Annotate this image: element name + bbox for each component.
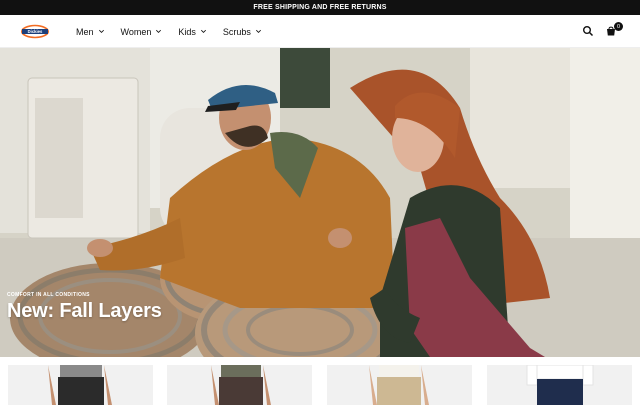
nav-item-kids[interactable]: Kids — [178, 27, 207, 37]
hero-banner[interactable]: COMFORT IN ALL CONDITIONS New: Fall Laye… — [0, 48, 640, 357]
announcement-bar: FREE SHIPPING AND FREE RETURNS — [0, 0, 640, 15]
product-card-3[interactable] — [327, 365, 472, 405]
chevron-down-icon — [255, 29, 261, 33]
product-grid — [0, 357, 640, 405]
hero-title[interactable]: New: Fall Layers — [7, 300, 162, 323]
product-image — [487, 365, 632, 405]
nav-item-women[interactable]: Women — [121, 27, 163, 37]
nav-label: Scrubs — [222, 26, 251, 37]
announcement-text: FREE SHIPPING AND FREE RETURNS — [253, 4, 387, 11]
product-card-4[interactable] — [487, 365, 632, 405]
product-card-2[interactable] — [167, 365, 312, 405]
product-shirt — [60, 365, 102, 377]
site-header: Dickies Men Women Kids Scrubs 0 — [0, 15, 640, 48]
main-nav: Men Women Kids Scrubs — [76, 15, 278, 48]
logo-text: Dickies — [28, 29, 43, 34]
product-image — [167, 365, 312, 405]
product-image — [327, 365, 472, 405]
dickies-logo[interactable]: Dickies — [20, 24, 50, 39]
product-pants — [58, 377, 104, 405]
cart-count-badge: 0 — [614, 22, 623, 31]
nav-label: Women — [120, 26, 152, 37]
search-icon[interactable] — [582, 25, 594, 37]
nav-item-scrubs[interactable]: Scrubs — [223, 27, 262, 37]
hero-eyebrow: COMFORT IN ALL CONDITIONS — [7, 292, 90, 298]
nav-label: Men — [76, 26, 94, 37]
chevron-down-icon — [200, 29, 206, 33]
nav-label: Kids — [178, 26, 196, 37]
chevron-down-icon — [98, 29, 104, 33]
chevron-down-icon — [156, 29, 162, 33]
nav-item-men[interactable]: Men — [76, 27, 105, 37]
product-card-1[interactable] — [8, 365, 153, 405]
product-image — [8, 365, 153, 405]
